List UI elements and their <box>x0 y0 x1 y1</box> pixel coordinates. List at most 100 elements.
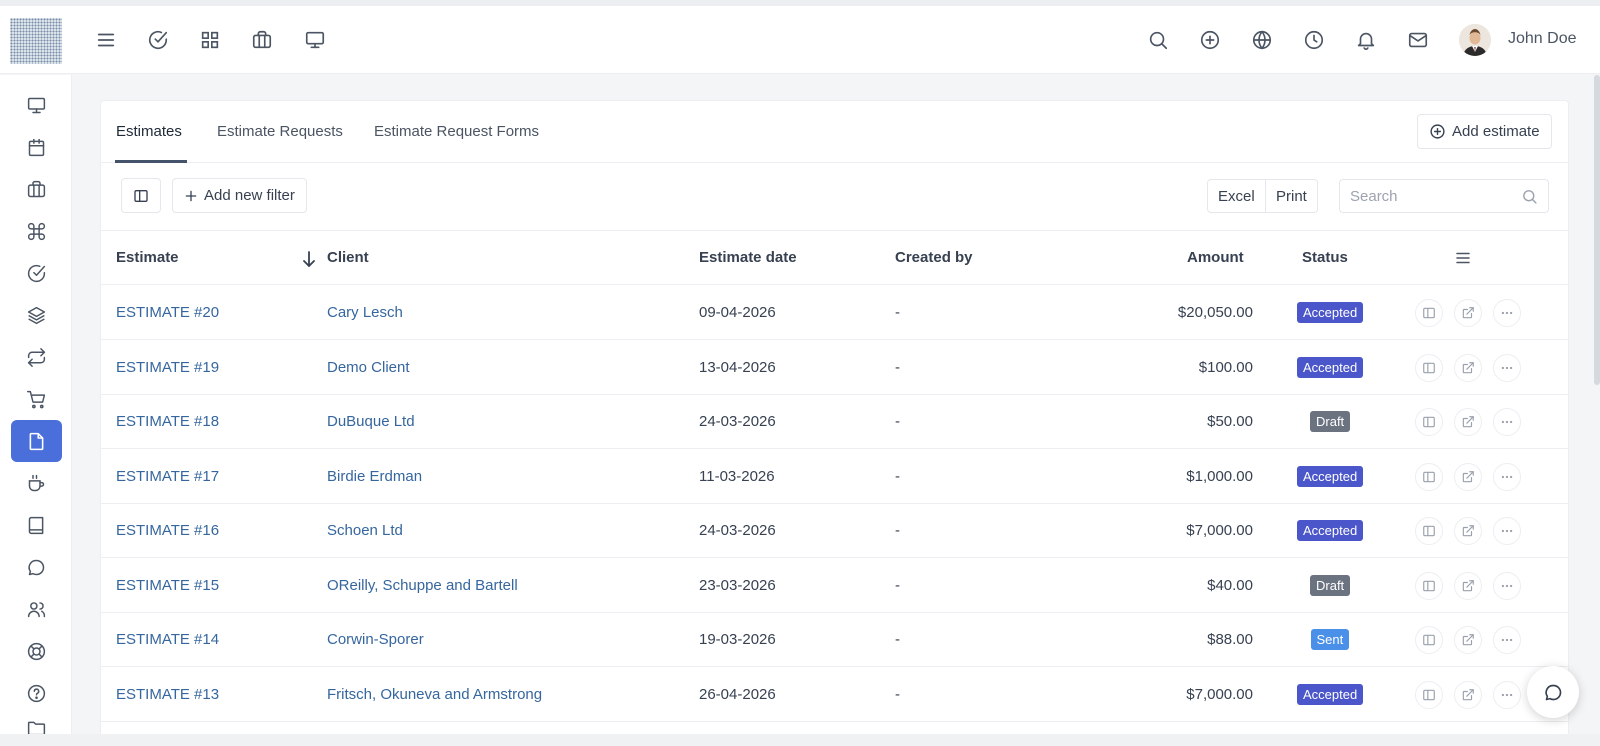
client-link[interactable]: Birdie Erdman <box>327 468 422 485</box>
row-more-button[interactable] <box>1493 680 1521 709</box>
grid-icon[interactable] <box>196 26 224 54</box>
logo[interactable] <box>10 18 62 64</box>
panel-icon <box>1422 579 1436 593</box>
sidebar-item-calendar[interactable] <box>11 126 62 168</box>
row-open-button[interactable] <box>1454 299 1482 327</box>
row-preview-button[interactable] <box>1415 462 1443 491</box>
sidebar-item-messages[interactable] <box>11 546 62 588</box>
search-icon[interactable] <box>1521 188 1538 205</box>
tab-estimates[interactable]: Estimates <box>116 123 182 140</box>
tab-bar: Estimates Estimate Requests Estimate Req… <box>101 101 1568 163</box>
row-open-button[interactable] <box>1454 517 1482 545</box>
row-more-button[interactable] <box>1493 299 1521 327</box>
menu-icon[interactable] <box>92 26 120 54</box>
add-filter-button[interactable]: Add new filter <box>172 178 307 213</box>
row-more-button[interactable] <box>1493 571 1521 600</box>
sidebar-item-layers[interactable] <box>11 294 62 336</box>
row-open-button[interactable] <box>1454 353 1482 382</box>
mail-icon[interactable] <box>1404 26 1432 54</box>
chat-button[interactable] <box>1527 666 1579 718</box>
plus-icon <box>184 189 198 203</box>
estimate-link[interactable]: ESTIMATE #19 <box>116 359 219 376</box>
row-preview-button[interactable] <box>1415 626 1443 654</box>
client-link[interactable]: Schoen Ltd <box>327 522 403 539</box>
row-more-button[interactable] <box>1493 353 1521 382</box>
estimate-link[interactable]: ESTIMATE #20 <box>116 304 219 321</box>
row-preview-button[interactable] <box>1415 353 1443 382</box>
add-estimate-button[interactable]: Add estimate <box>1417 114 1552 149</box>
column-header-created-by[interactable]: Created by <box>895 249 973 266</box>
client-link[interactable]: Corwin-Sporer <box>327 631 424 648</box>
row-open-button[interactable] <box>1454 626 1482 654</box>
monitor-icon[interactable] <box>301 26 329 54</box>
client-link[interactable]: OReilly, Schuppe and Bartell <box>327 577 518 594</box>
row-preview-button[interactable] <box>1415 680 1443 709</box>
sidebar-item-support[interactable] <box>11 630 62 672</box>
sidebar-item-tasks[interactable] <box>11 252 62 294</box>
lifebuoy-icon <box>26 641 47 662</box>
page-scrollbar[interactable] <box>1594 75 1600 385</box>
sidebar-item-dashboard[interactable] <box>11 84 62 126</box>
sidebar-item-projects[interactable] <box>11 168 62 210</box>
row-more-button[interactable] <box>1493 517 1521 545</box>
sort-arrow-down-icon[interactable] <box>301 250 317 268</box>
sidebar-item-knowledge[interactable] <box>11 504 62 546</box>
estimate-link[interactable]: ESTIMATE #13 <box>116 686 219 703</box>
column-header-client[interactable]: Client <box>327 249 369 266</box>
avatar[interactable] <box>1459 24 1491 56</box>
row-more-button[interactable] <box>1493 408 1521 436</box>
briefcase-icon[interactable] <box>248 26 276 54</box>
row-preview-button[interactable] <box>1415 408 1443 436</box>
plus-circle-icon <box>1429 123 1446 140</box>
row-open-button[interactable] <box>1454 571 1482 600</box>
client-link[interactable]: Cary Lesch <box>327 304 403 321</box>
plus-circle-icon[interactable] <box>1196 26 1224 54</box>
search-input[interactable] <box>1350 187 1510 205</box>
user-name[interactable]: John Doe <box>1508 30 1577 48</box>
row-preview-button[interactable] <box>1415 571 1443 600</box>
excel-button[interactable]: Excel <box>1207 179 1266 213</box>
sidebar-item-coffee[interactable] <box>11 462 62 504</box>
estimate-link[interactable]: ESTIMATE #15 <box>116 577 219 594</box>
check-circle-icon[interactable] <box>144 26 172 54</box>
estimate-date: 24-03-2026 <box>699 522 776 539</box>
clock-icon[interactable] <box>1300 26 1328 54</box>
client-link[interactable]: DuBuque Ltd <box>327 413 415 430</box>
table-toolbar: Add new filter Excel Print <box>101 163 1568 231</box>
tab-estimate-request-forms[interactable]: Estimate Request Forms <box>374 123 539 140</box>
column-header-estimate[interactable]: Estimate <box>116 249 179 266</box>
tab-estimate-requests[interactable]: Estimate Requests <box>217 123 343 140</box>
column-header-estimate-date[interactable]: Estimate date <box>699 249 797 266</box>
row-more-button[interactable] <box>1493 462 1521 491</box>
excel-label: Excel <box>1218 187 1255 205</box>
globe-icon[interactable] <box>1248 26 1276 54</box>
print-button[interactable]: Print <box>1266 179 1318 213</box>
row-open-button[interactable] <box>1454 462 1482 491</box>
search-icon[interactable] <box>1144 26 1172 54</box>
more-horizontal-icon <box>1500 633 1514 647</box>
column-settings-icon[interactable] <box>1454 249 1472 267</box>
sidebar-item-help[interactable] <box>11 672 62 714</box>
client-link[interactable]: Demo Client <box>327 359 410 376</box>
row-preview-button[interactable] <box>1415 299 1443 327</box>
row-open-button[interactable] <box>1454 680 1482 709</box>
column-header-amount[interactable]: Amount <box>1187 249 1244 266</box>
sidebar-item-command[interactable] <box>11 210 62 252</box>
bell-icon[interactable] <box>1352 26 1380 54</box>
estimate-link[interactable]: ESTIMATE #17 <box>116 468 219 485</box>
column-header-status[interactable]: Status <box>1302 249 1348 266</box>
estimate-link[interactable]: ESTIMATE #14 <box>116 631 219 648</box>
external-link-icon <box>1461 361 1475 375</box>
client-link[interactable]: Fritsch, Okuneva and Armstrong <box>327 686 542 703</box>
row-more-button[interactable] <box>1493 626 1521 654</box>
estimate-link[interactable]: ESTIMATE #16 <box>116 522 219 539</box>
sidebar-item-store[interactable] <box>11 378 62 420</box>
estimate-link[interactable]: ESTIMATE #18 <box>116 413 219 430</box>
sidebar-item-subscriptions[interactable] <box>11 336 62 378</box>
row-open-button[interactable] <box>1454 408 1482 436</box>
toggle-sidebar-panel-button[interactable] <box>121 178 161 213</box>
sidebar-item-estimates[interactable] <box>11 420 62 462</box>
amount: $40.00 <box>1207 576 1253 594</box>
row-preview-button[interactable] <box>1415 517 1443 545</box>
sidebar-item-team[interactable] <box>11 588 62 630</box>
